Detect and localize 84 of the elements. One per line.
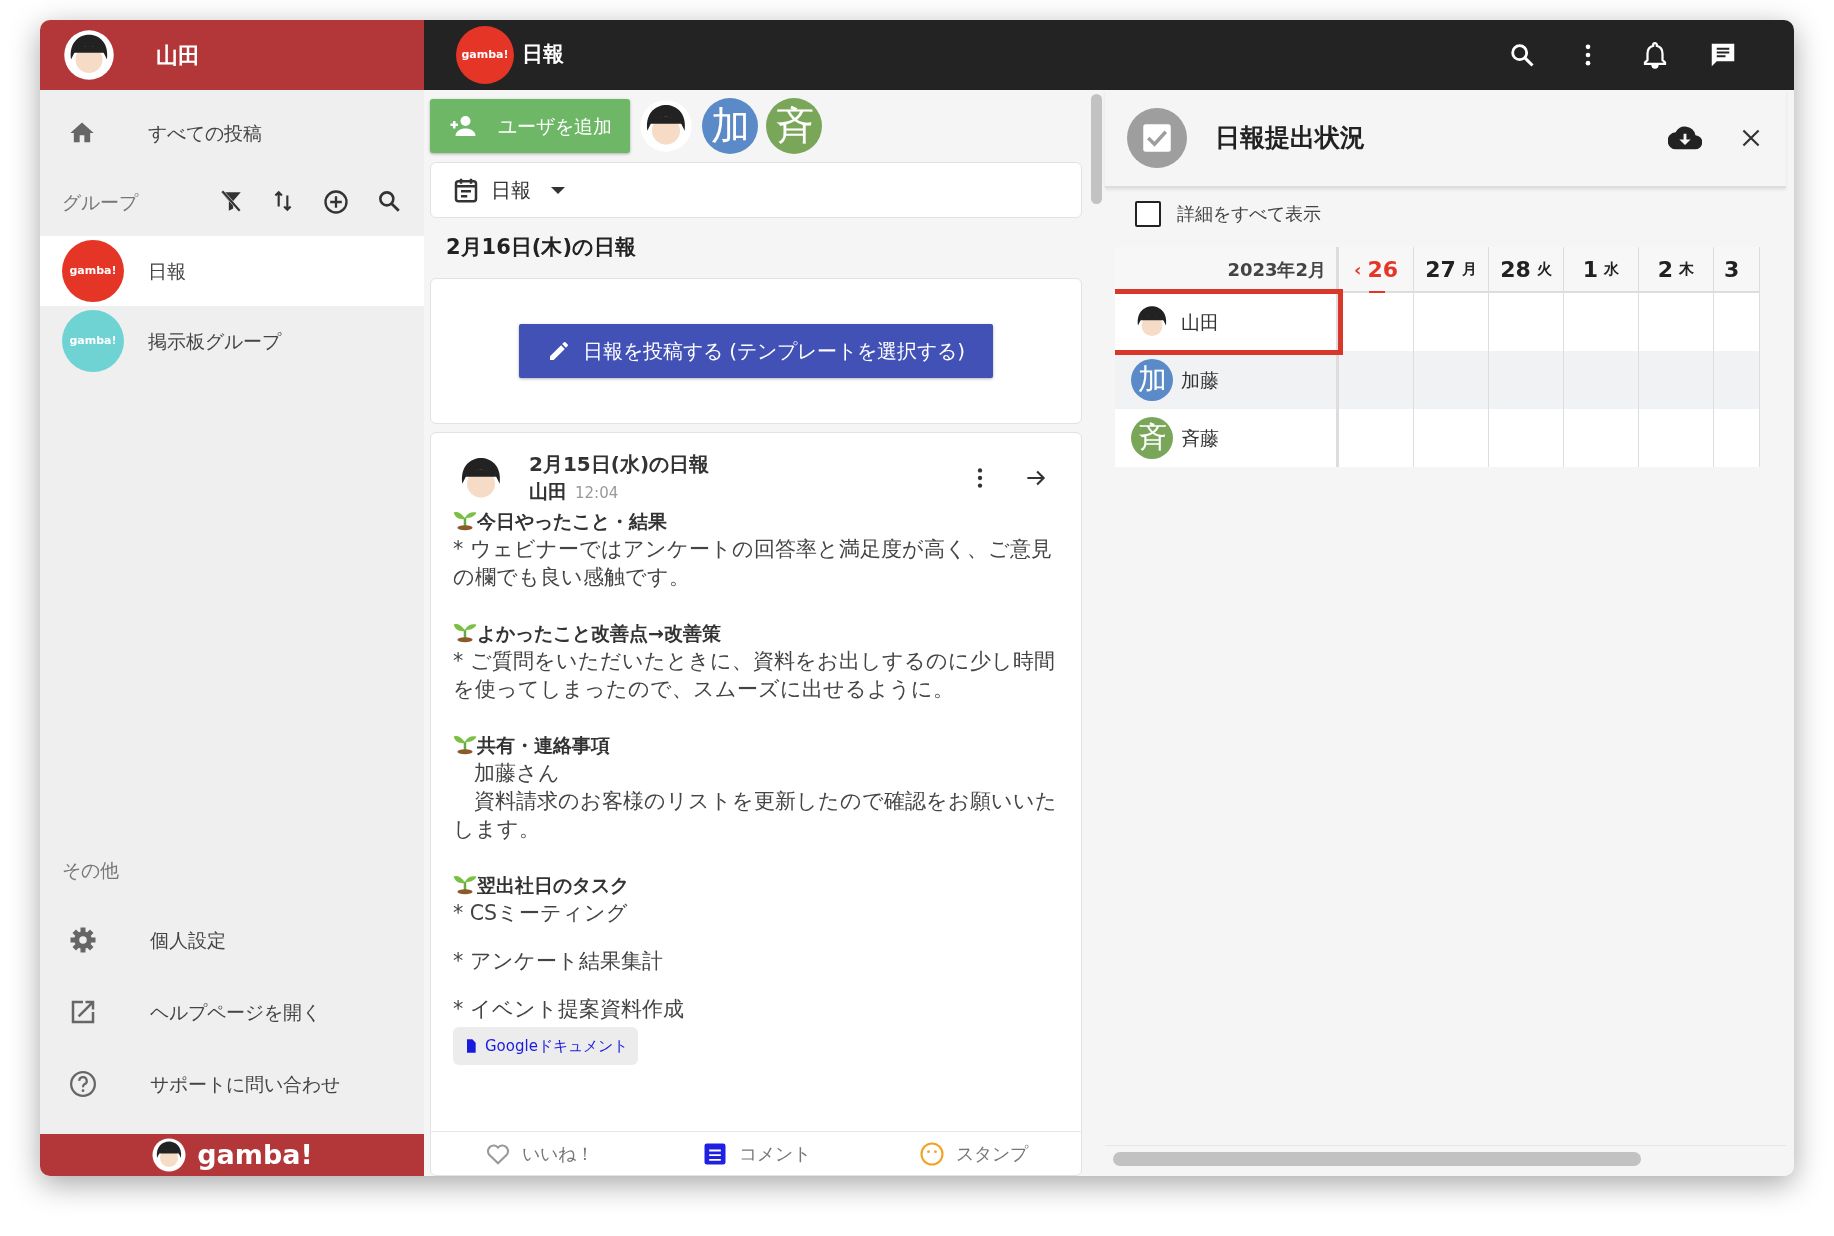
sprout-icon	[453, 622, 477, 643]
add-icon[interactable]	[322, 188, 350, 216]
search-icon[interactable]	[1508, 41, 1536, 69]
body-text: * CSミーティング	[453, 899, 630, 927]
mascot-icon	[151, 1137, 188, 1173]
scrollbar-thumb[interactable]	[1091, 94, 1102, 204]
calendar-cell[interactable]	[1564, 409, 1639, 467]
sidebar-item[interactable]: サポートに問い合わせ	[40, 1048, 424, 1120]
calendar-cell[interactable]	[1339, 351, 1414, 409]
calendar-cell[interactable]	[1489, 293, 1564, 351]
day-header[interactable]: ‹ 26	[1339, 247, 1414, 293]
avatar-icon: 斉	[766, 98, 822, 154]
section-heading: 翌出社日のタスク	[477, 872, 629, 898]
sprout-icon	[453, 734, 477, 755]
group-item[interactable]: gamba! 日報	[40, 236, 424, 306]
sidebar-item[interactable]: ヘルプページを開く	[40, 976, 424, 1048]
section-heading: 2月16日(木)の日報	[445, 234, 638, 261]
day-header[interactable]: 27 月	[1414, 247, 1489, 293]
section-label: グループ	[62, 189, 138, 215]
group-logo: gamba!	[62, 310, 124, 372]
body-text: 加藤さん	[473, 759, 561, 787]
filter-off-icon[interactable]	[218, 188, 244, 214]
sidebar-item[interactable]: すべての投稿	[40, 98, 424, 168]
sprout-icon	[453, 510, 477, 531]
calendar-cell[interactable]	[1489, 409, 1564, 467]
body-text: * イベント提案資料作成	[453, 995, 685, 1023]
section-heading: よかったこと改善点→改善策	[477, 620, 721, 646]
calendar-cell[interactable]	[1564, 293, 1639, 351]
smiley-icon	[917, 1139, 946, 1168]
calendar-cell[interactable]	[1639, 351, 1714, 409]
page-title: 日報	[522, 41, 564, 69]
body-text: 資料請求のお客様のリストを更新したので確認をお願いいたします。	[453, 787, 1058, 843]
brand-name: gamba!	[197, 1137, 313, 1172]
group-logo: gamba!	[456, 26, 514, 84]
sprout-icon	[453, 874, 477, 895]
day-header[interactable]: 2 木	[1639, 247, 1714, 293]
user-avatar-icon	[62, 28, 116, 82]
post-report-button[interactable]: 日報を投稿する (テンプレートを選択する)	[519, 323, 993, 378]
avatar-icon: 加	[702, 98, 758, 154]
body-text: * ウェビナーではアンケートの回答率と満足度が高く、ご意見の欄でも良い感触です。	[453, 535, 1053, 591]
calendar-cell[interactable]	[1414, 409, 1489, 467]
day-header[interactable]: 1 水	[1564, 247, 1639, 293]
calendar-cell[interactable]	[1564, 351, 1639, 409]
attachment-link[interactable]: Googleドキュメント	[453, 1026, 638, 1065]
action-button[interactable]: いいね！	[484, 1139, 595, 1168]
calendar-cell[interactable]	[1714, 351, 1760, 409]
day-header[interactable]: 3	[1714, 247, 1760, 293]
calendar-cell[interactable]	[1639, 293, 1714, 351]
action-button[interactable]: コメント	[701, 1139, 811, 1168]
group-logo: gamba!	[62, 240, 124, 302]
section-heading: 今日やったこと・結果	[477, 508, 667, 534]
help-icon	[68, 1069, 98, 1099]
caret-icon	[551, 186, 565, 194]
body-text: * アンケート結果集計	[453, 947, 664, 975]
check-avatar-icon	[1127, 108, 1187, 168]
post-time: 12:04	[575, 482, 619, 504]
body-text: * ご質問をいただいたときに、資料をお出しするのに少し時間を使ってしまったので、スムーズに出せるように。	[453, 647, 1056, 703]
calendar-cell[interactable]	[1714, 293, 1760, 351]
avatar-icon	[638, 98, 694, 154]
panel-title: 日報提出状況	[1215, 122, 1365, 155]
action-button[interactable]: スタンプ	[917, 1139, 1028, 1168]
group-item[interactable]: gamba! 掲示板グループ	[40, 306, 424, 376]
name-cell: 斉 斉藤	[1115, 409, 1339, 467]
avatar-icon: 斉	[1131, 417, 1173, 459]
avatar-icon: 加	[1131, 359, 1173, 401]
scrollbar-thumb[interactable]	[1113, 1152, 1641, 1166]
calendar-cell[interactable]	[1714, 409, 1760, 467]
day-header[interactable]: 28 火	[1489, 247, 1564, 293]
calendar-cell[interactable]	[1339, 409, 1414, 467]
calendar-cell[interactable]	[1489, 351, 1564, 409]
settings-icon	[68, 925, 98, 955]
user-name: 山田	[156, 41, 200, 70]
post-title: 2月15日(水)の日報	[529, 450, 710, 477]
sidebar-item[interactable]: 個人設定	[40, 904, 424, 976]
calendar-cell[interactable]	[1414, 351, 1489, 409]
section-label: その他	[62, 857, 119, 883]
calendar-cell[interactable]	[1639, 409, 1714, 467]
calendar-cell[interactable]	[1414, 293, 1489, 351]
author-name: 山田	[529, 478, 567, 504]
template-select[interactable]: 日報	[430, 162, 1082, 218]
section-heading: 共有・連絡事項	[477, 732, 610, 758]
checkbox-label: 詳細をすべて表示	[1177, 202, 1321, 226]
search-icon[interactable]	[376, 188, 402, 214]
checkbox[interactable]	[1135, 200, 1161, 227]
